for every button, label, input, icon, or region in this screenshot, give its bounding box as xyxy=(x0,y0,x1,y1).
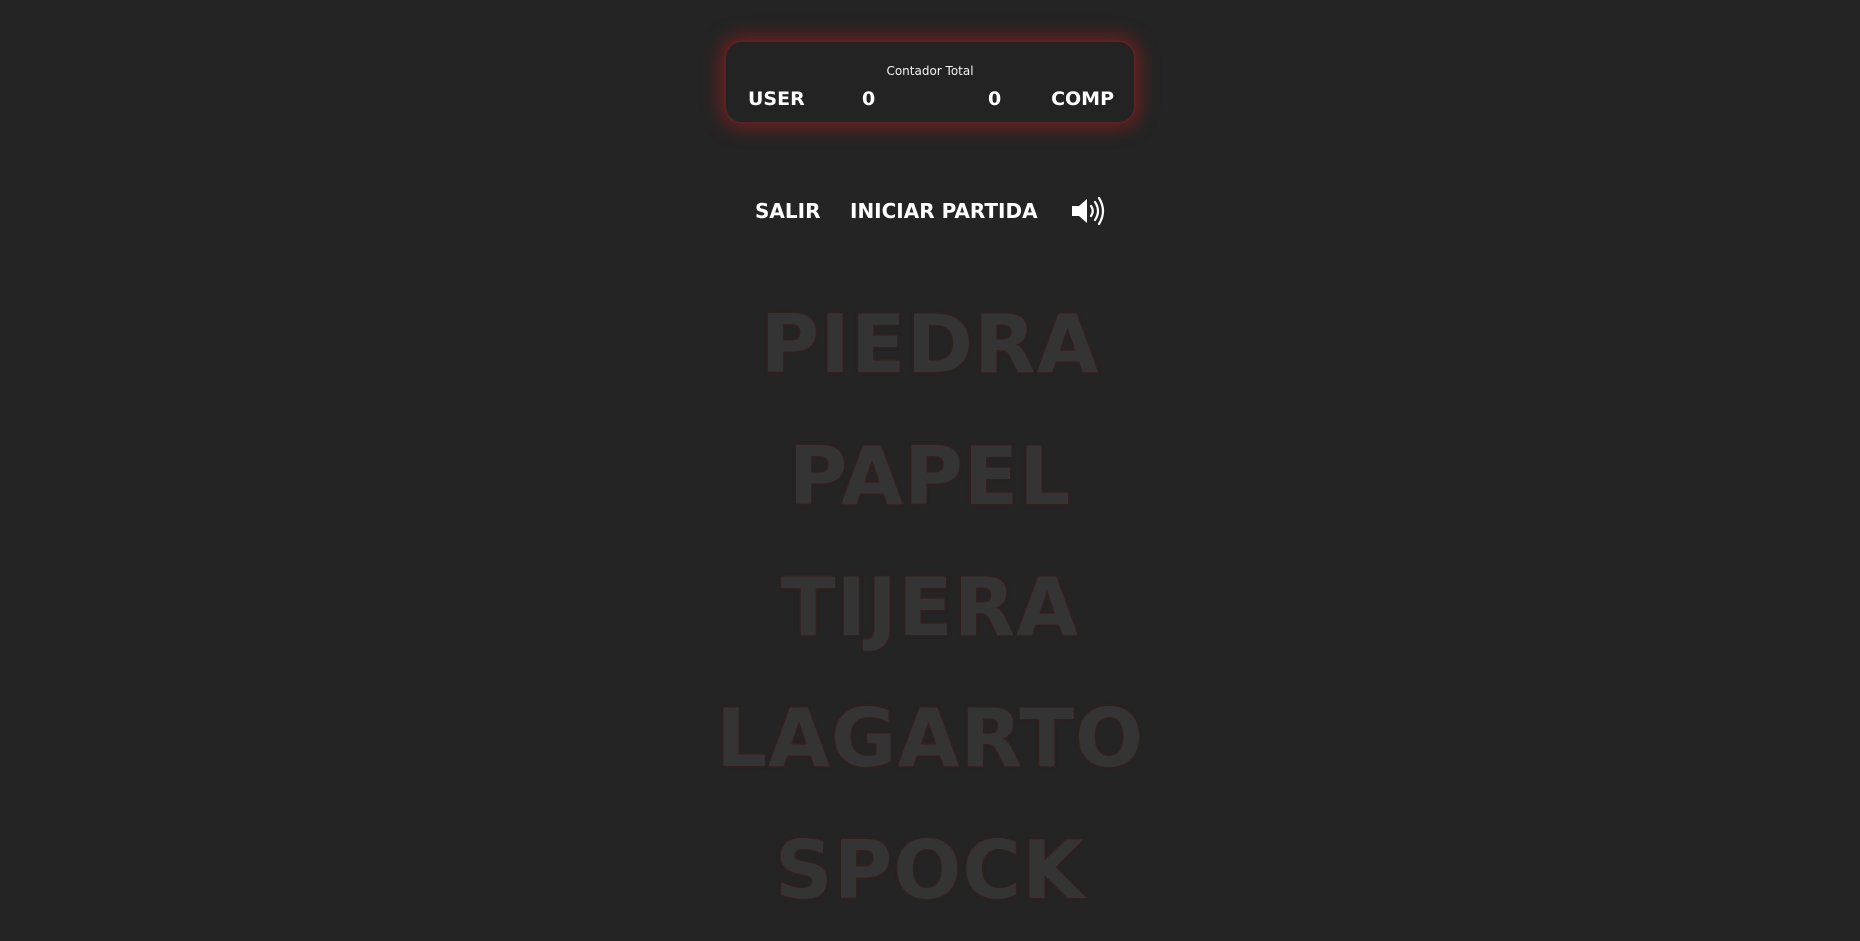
user-label: USER xyxy=(748,88,805,110)
game-menu: SALIR INICIAR PARTIDA xyxy=(0,196,1860,226)
choice-tijera[interactable]: TIJERA xyxy=(0,563,1860,653)
choice-piedra[interactable]: PIEDRA xyxy=(0,300,1860,390)
user-score: 0 xyxy=(862,88,876,110)
start-game-button[interactable]: INICIAR PARTIDA xyxy=(850,196,1038,226)
comp-label: COMP xyxy=(1051,88,1114,110)
scoreboard-title: Contador Total xyxy=(886,64,974,78)
game-screen: Contador Total USER 0 0 COMP SALIR INICI… xyxy=(0,0,1860,941)
speaker-volume-icon-graphic xyxy=(1072,196,1105,226)
choice-papel[interactable]: PAPEL xyxy=(0,432,1860,522)
comp-score: 0 xyxy=(988,88,1002,110)
choice-lagarto[interactable]: LAGARTO xyxy=(0,694,1860,784)
speaker-volume-icon[interactable] xyxy=(1070,195,1106,227)
exit-button[interactable]: SALIR xyxy=(755,196,820,226)
score-row: USER 0 0 COMP xyxy=(726,86,1134,112)
choice-spock[interactable]: SPOCK xyxy=(0,826,1860,916)
scoreboard: Contador Total USER 0 0 COMP xyxy=(724,40,1136,124)
